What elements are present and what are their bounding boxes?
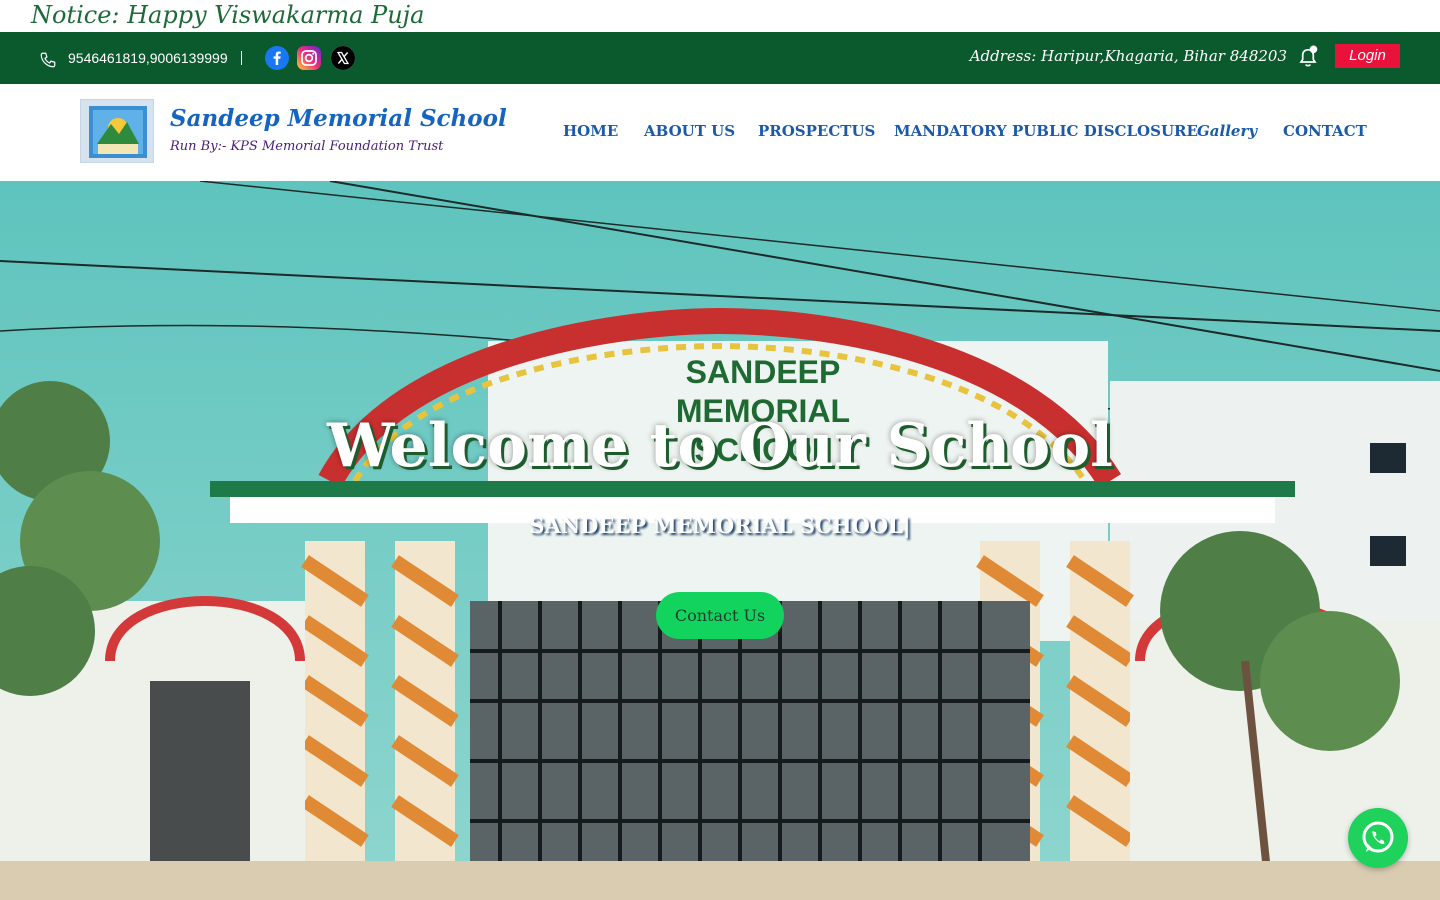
hero-section: SANDEEP MEMORIAL SCHOOL Welcome to Our S… — [0, 181, 1440, 900]
address-text: Address: Haripur,Khagaria, Bihar 848203 — [969, 47, 1287, 65]
school-name[interactable]: Sandeep Memorial School — [170, 105, 507, 132]
x-twitter-icon[interactable] — [331, 46, 355, 70]
hero-title: Welcome to Our School — [327, 411, 1113, 481]
notice-text: Notice: Happy Viswakarma Puja — [31, 1, 425, 29]
main-header: Sandeep Memorial School Run By:- KPS Mem… — [0, 84, 1440, 181]
instagram-icon[interactable] — [297, 46, 321, 70]
nav-home[interactable]: HOME — [563, 122, 618, 140]
divider — [241, 51, 242, 65]
svg-text:SANDEEP: SANDEEP — [686, 354, 841, 390]
whatsapp-icon[interactable] — [1348, 808, 1408, 868]
bell-icon[interactable] — [1297, 45, 1319, 69]
school-logo[interactable] — [80, 99, 154, 163]
nav-about-us[interactable]: ABOUT US — [644, 122, 735, 140]
nav-prospectus[interactable]: PROSPECTUS — [758, 122, 875, 140]
nav-gallery[interactable]: Gallery — [1197, 122, 1257, 140]
phone-icon — [40, 52, 56, 68]
contact-us-button[interactable]: Contact Us — [656, 592, 784, 639]
nav-mandatory-public-disclosure[interactable]: MANDATORY PUBLIC DISCLOSURE — [894, 122, 1198, 140]
top-contact-bar: 9546461819,9006139999 Address: Haripur,K… — [0, 32, 1440, 84]
nav-contact[interactable]: CONTACT — [1283, 122, 1367, 140]
school-tagline: Run By:- KPS Memorial Foundation Trust — [170, 139, 444, 154]
login-button[interactable]: Login — [1335, 44, 1400, 68]
hero-background-image: SANDEEP MEMORIAL SCHOOL — [0, 181, 1440, 900]
notice-bar: Notice: Happy Viswakarma Puja — [0, 0, 1440, 32]
hero-subtitle: SANDEEP MEMORIAL SCHOOL| — [529, 513, 911, 538]
facebook-icon[interactable] — [265, 46, 289, 70]
phone-numbers[interactable]: 9546461819,9006139999 — [68, 50, 228, 66]
